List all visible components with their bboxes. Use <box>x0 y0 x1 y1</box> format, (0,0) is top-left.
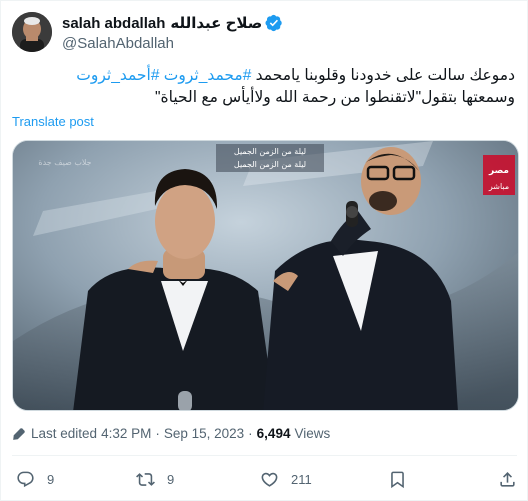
tweet-header: salah abdallah صلاح عبدالله @SalahAbdall… <box>12 12 517 54</box>
hashtag-link[interactable]: #محمد_ثروت <box>164 67 252 84</box>
reply-icon <box>17 471 34 487</box>
author-names: salah abdallah صلاح عبدالله @SalahAbdall… <box>62 13 283 52</box>
reply-count: 9 <box>47 471 55 487</box>
tweet-time[interactable]: 4:32 PM <box>101 426 151 441</box>
share-icon <box>500 471 515 487</box>
meta-separator: · <box>155 426 160 441</box>
media-banner-text-1: ليلة من الزمن الجميل <box>234 147 306 156</box>
edit-pencil-icon <box>13 427 25 440</box>
heart-icon <box>261 472 278 487</box>
translate-post-link[interactable]: Translate post <box>12 114 94 129</box>
repost-button[interactable]: 9 <box>136 463 174 495</box>
channel-live-label: مباشر <box>488 182 509 191</box>
edited-label[interactable]: Last edited <box>31 426 97 441</box>
channel-logo: مصر <box>488 166 509 176</box>
media-watermark: جلاب صيف جدة <box>38 158 91 167</box>
reply-button[interactable]: 9 <box>16 463 54 495</box>
actions-divider <box>12 455 517 456</box>
meta-separator: · <box>248 426 253 441</box>
avatar[interactable] <box>12 12 52 52</box>
tweet-text: دموعك سالت على خدودنا وقلوبنا يامحمد #مح… <box>15 65 515 109</box>
author-display-name-arabic[interactable]: صلاح عبدالله <box>170 14 262 32</box>
tweet-card: salah abdallah صلاح عبدالله @SalahAbdall… <box>0 0 528 501</box>
author-handle[interactable]: @SalahAbdallah <box>62 35 283 52</box>
share-button[interactable] <box>498 463 517 495</box>
like-button[interactable]: 211 <box>260 463 312 495</box>
tweet-actions: 9 9 211 <box>12 463 517 495</box>
repost-count: 9 <box>167 471 175 487</box>
bookmark-icon <box>391 471 404 488</box>
tweet-text-prefix: دموعك سالت على خدودنا وقلوبنا يامحمد <box>251 67 515 84</box>
tweet-date[interactable]: Sep 15, 2023 <box>164 426 244 441</box>
views-count: 6,494 <box>256 426 291 441</box>
tweet-text-line-2: وسمعتها بتقول"لاتقنطوا من رحمة الله ولاأ… <box>154 89 515 106</box>
verified-badge-icon <box>265 14 282 32</box>
hashtag-link[interactable]: #أحمد_ثروت <box>76 67 159 84</box>
author-display-name[interactable]: salah abdallah <box>62 15 165 32</box>
media-banner-text-2: ليلة من الزمن الجميل <box>234 160 306 169</box>
like-count: 211 <box>291 471 312 487</box>
tweet-text-line-1: دموعك سالت على خدودنا وقلوبنا يامحمد #مح… <box>15 65 515 87</box>
tweet-media-image[interactable]: ليلة من الزمن الجميل ليلة من الزمن الجمي… <box>12 140 519 411</box>
bookmark-button[interactable] <box>388 463 407 495</box>
tweet-meta: Last edited 4:32 PM · Sep 15, 2023 · 6,4… <box>12 426 330 441</box>
views-label: Views <box>294 426 331 441</box>
repost-icon <box>136 472 155 486</box>
